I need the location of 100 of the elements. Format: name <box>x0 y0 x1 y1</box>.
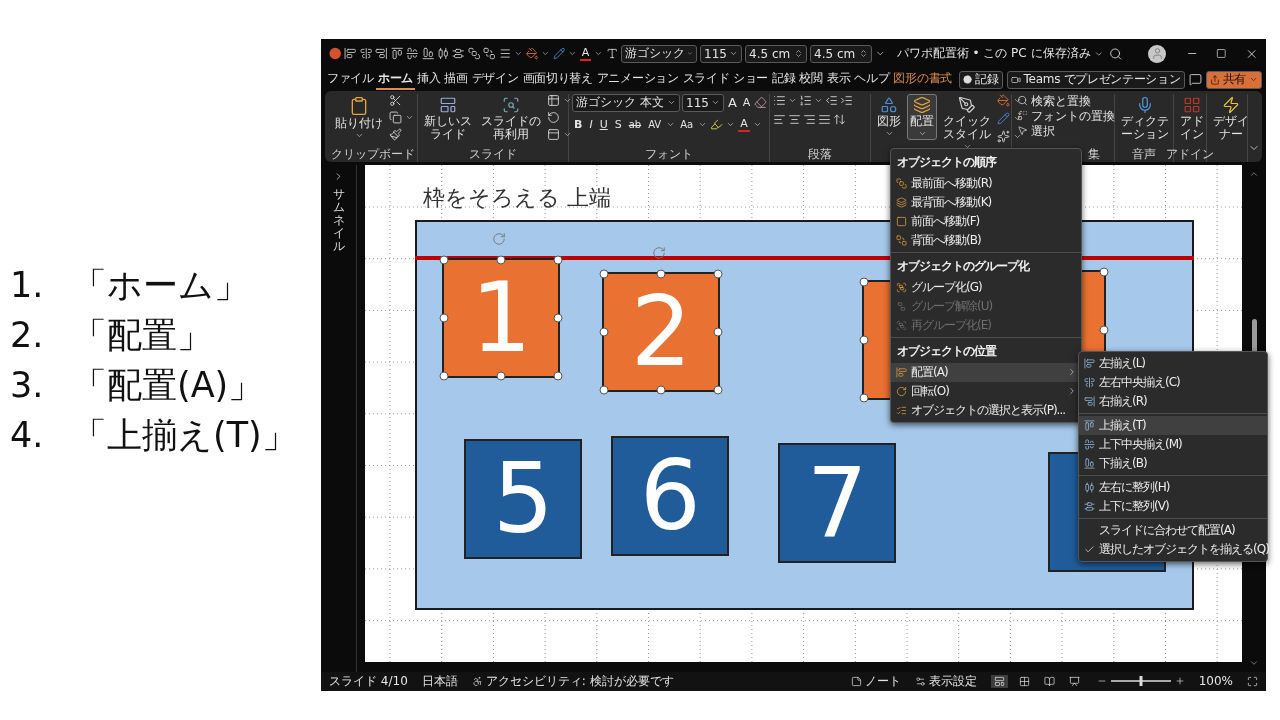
spin-icon[interactable] <box>859 49 869 58</box>
line-spacing-icon[interactable] <box>833 112 846 126</box>
ribbon-tab[interactable]: 挿入 <box>414 69 443 90</box>
send-to-back-icon[interactable] <box>896 196 907 208</box>
notes-icon[interactable] <box>850 675 862 687</box>
line-weight-icon[interactable] <box>498 47 512 60</box>
menu-item[interactable]: 右揃え(R) <box>1079 391 1267 411</box>
justify-icon[interactable] <box>818 112 831 126</box>
resize-handle[interactable] <box>496 255 506 264</box>
find-replace-button[interactable]: 検索と置換 <box>1015 93 1093 108</box>
resize-handle[interactable] <box>599 269 609 278</box>
new-slide-button[interactable]: 新しいスライド <box>421 93 475 143</box>
resize-handle[interactable] <box>859 393 869 402</box>
thumbnail-pane-label[interactable]: サムネイル <box>332 187 345 254</box>
caret-icon[interactable] <box>541 49 550 58</box>
send-to-back-icon[interactable] <box>483 47 496 60</box>
align-middle-icon[interactable] <box>406 47 419 60</box>
quick-styles-button[interactable]: クイックスタイル <box>940 93 994 153</box>
spin-icon[interactable] <box>794 49 804 58</box>
shape-fill-icon[interactable] <box>997 93 1010 107</box>
font-color-button[interactable]: A <box>579 46 592 61</box>
arrange-icon[interactable] <box>913 95 931 114</box>
resize-handle[interactable] <box>439 255 449 264</box>
accessibility-status[interactable]: アクセシビリティ: 検討が必要です <box>485 672 674 690</box>
resize-handle[interactable] <box>656 269 666 278</box>
align-right-icon[interactable] <box>375 47 388 60</box>
align-bottom-icon[interactable] <box>421 47 434 60</box>
align-left-icon[interactable] <box>1084 357 1095 369</box>
menu-item[interactable]: 最背面へ移動(K) <box>891 192 1081 212</box>
square-shape[interactable]: 6 <box>611 435 730 556</box>
reuse-slides-button[interactable]: スライドの再利用 <box>478 93 544 143</box>
resize-handle[interactable] <box>656 385 666 394</box>
font-dropdown[interactable]: 游ゴシック <box>621 44 698 63</box>
align-top-icon[interactable] <box>1084 419 1095 431</box>
font-color-button[interactable]: A <box>738 117 750 132</box>
shadow-button[interactable]: S <box>612 118 624 131</box>
menu-item[interactable]: 左右中央揃え(C) <box>1079 372 1267 392</box>
resize-handle[interactable] <box>439 313 449 322</box>
microphone-icon[interactable] <box>1136 95 1154 114</box>
strikethrough-button[interactable]: ab <box>626 118 644 131</box>
clipboard-icon[interactable] <box>349 95 369 116</box>
app-logo-icon[interactable] <box>329 47 342 60</box>
align-center-icon[interactable] <box>788 112 801 126</box>
replace-fonts-button[interactable]: フォントの置換 <box>1015 108 1117 123</box>
share-button[interactable]: 共有 <box>1205 70 1262 89</box>
ribbon-tab[interactable]: 図形の書式 <box>891 69 954 90</box>
language-label[interactable]: 日本語 <box>421 672 458 690</box>
ribbon-tab[interactable]: ヘルプ <box>852 69 892 90</box>
copy-icon[interactable] <box>389 110 402 124</box>
align-top-icon[interactable] <box>390 47 404 60</box>
bring-to-front-icon[interactable] <box>467 47 481 60</box>
resize-handle[interactable] <box>439 371 449 380</box>
font-size-field[interactable]: 115 <box>682 93 724 112</box>
group-icon[interactable] <box>896 281 907 293</box>
menu-item[interactable]: 上下中央揃え(M) <box>1079 434 1267 454</box>
replace-icon[interactable] <box>1017 110 1028 121</box>
change-case-button[interactable]: Aa <box>678 118 696 131</box>
caret-icon[interactable] <box>698 120 708 129</box>
rotate-handle-icon[interactable] <box>652 245 667 260</box>
rotate-handle-icon[interactable] <box>492 231 507 246</box>
shapes-icon[interactable] <box>880 95 898 114</box>
resize-handle[interactable] <box>713 385 723 394</box>
menu-item[interactable]: スライドに合わせて配置(A) <box>1079 520 1267 540</box>
share-icon[interactable] <box>1209 74 1220 85</box>
dictate-button[interactable]: ディクテーション <box>1118 93 1172 143</box>
caret-icon[interactable] <box>726 120 736 129</box>
resize-handle[interactable] <box>599 385 609 394</box>
layout-icon[interactable] <box>547 93 560 107</box>
arrange-button[interactable]: 配置 <box>907 93 937 140</box>
grow-font-button[interactable]: A <box>725 96 739 109</box>
slide-search-icon[interactable] <box>502 95 520 114</box>
resize-handle[interactable] <box>553 255 563 264</box>
ribbon-tab[interactable]: デザイン <box>469 69 521 90</box>
resize-handle[interactable] <box>553 313 563 322</box>
menu-item[interactable]: 上下に整列(V) <box>1079 496 1267 516</box>
caret-icon[interactable] <box>594 49 603 58</box>
record-icon[interactable] <box>963 75 973 84</box>
caret-icon[interactable] <box>568 49 577 58</box>
resize-handle[interactable] <box>859 277 869 286</box>
display-settings-icon[interactable] <box>914 675 926 687</box>
shape-width-field[interactable]: 4.5 cm <box>745 44 808 63</box>
menu-item[interactable]: 配置(A) <box>891 362 1081 382</box>
lightning-icon[interactable] <box>1222 95 1240 114</box>
align-left-icon[interactable] <box>344 47 357 60</box>
zoom-in-icon[interactable] <box>1174 676 1185 686</box>
accessibility-icon[interactable] <box>471 675 483 687</box>
clear-format-icon[interactable] <box>754 96 768 109</box>
ribbon-tab[interactable]: 校閲 <box>797 69 825 90</box>
menu-item[interactable]: 回転(O) <box>891 381 1081 401</box>
reset-icon[interactable] <box>547 110 560 124</box>
text-box-icon[interactable] <box>605 47 619 60</box>
slide-layout-icon[interactable] <box>439 95 457 114</box>
designer-button[interactable]: デザイナー <box>1210 93 1252 143</box>
bold-button[interactable]: B <box>572 118 585 131</box>
increase-indent-icon[interactable] <box>840 93 853 107</box>
section-icon[interactable] <box>547 127 560 141</box>
italic-button[interactable]: I <box>587 118 595 131</box>
resize-handle[interactable] <box>553 371 563 380</box>
align-left-icon[interactable] <box>773 112 786 126</box>
distribute-vertical-icon[interactable] <box>1084 500 1095 512</box>
